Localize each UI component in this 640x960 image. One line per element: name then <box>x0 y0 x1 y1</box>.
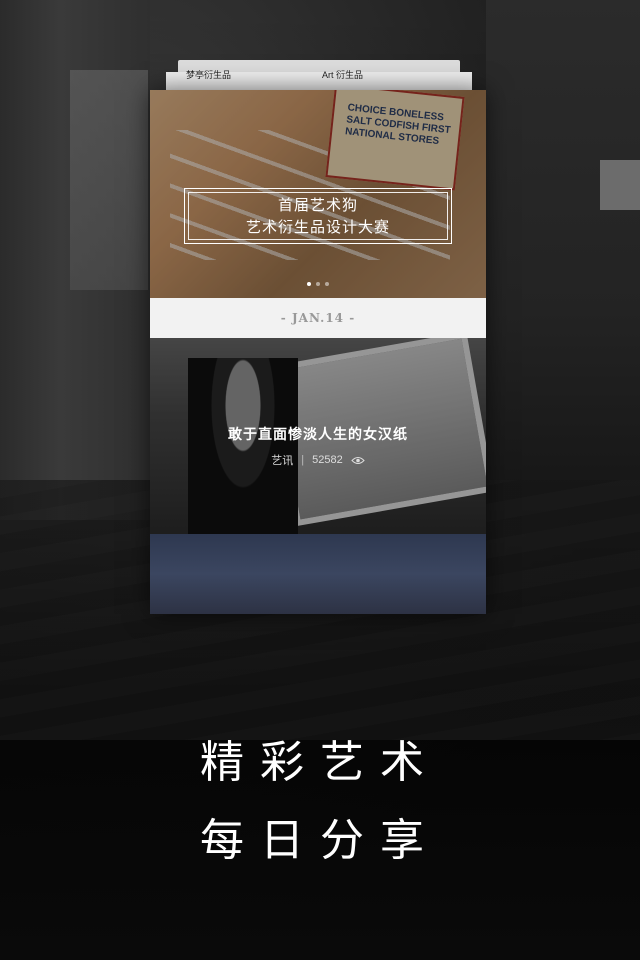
page-indicator <box>150 282 486 286</box>
background-artwork <box>70 70 148 290</box>
hero-title-line-1: 首届艺术狗 <box>277 196 358 214</box>
eye-icon <box>351 456 365 465</box>
date-header: - JAN.14 - <box>150 298 486 338</box>
stack-tab-label-1[interactable]: 梦亭衍生品 <box>186 68 231 81</box>
slogan-line-1: 精彩艺术 <box>200 737 440 788</box>
article-category: 艺讯 <box>271 455 294 467</box>
slogan-line-2: 每日分享 <box>200 815 440 866</box>
stack-tab-label-2[interactable]: Art 衍生品 <box>322 68 363 81</box>
page-indicator-dot[interactable] <box>307 282 311 286</box>
background-room <box>486 0 640 520</box>
article-views: 52582 <box>312 454 343 466</box>
page-indicator-dot[interactable] <box>316 282 320 286</box>
date-label: - JAN.14 - <box>280 311 356 325</box>
hero-title-frame: 首届艺术狗 艺术衍生品设计大赛 <box>184 188 452 244</box>
background-poster <box>600 160 640 210</box>
meta-separator: | <box>301 454 305 466</box>
next-article-card[interactable] <box>150 534 486 614</box>
article-title: 敢于直面惨淡人生的女汉纸 <box>228 427 408 443</box>
page-indicator-dot[interactable] <box>325 282 329 286</box>
hero-title-line-2: 艺术衍生品设计大赛 <box>245 218 390 236</box>
hero-banner[interactable]: CHOICE BONELESS SALT CODFISH FIRST NATIO… <box>150 90 486 298</box>
app-screen-card: CHOICE BONELESS SALT CODFISH FIRST NATIO… <box>150 90 486 614</box>
article-card[interactable]: 敢于直面惨淡人生的女汉纸 艺讯 | 52582 <box>150 338 486 534</box>
article-meta: 艺讯 | 52582 <box>150 452 486 468</box>
